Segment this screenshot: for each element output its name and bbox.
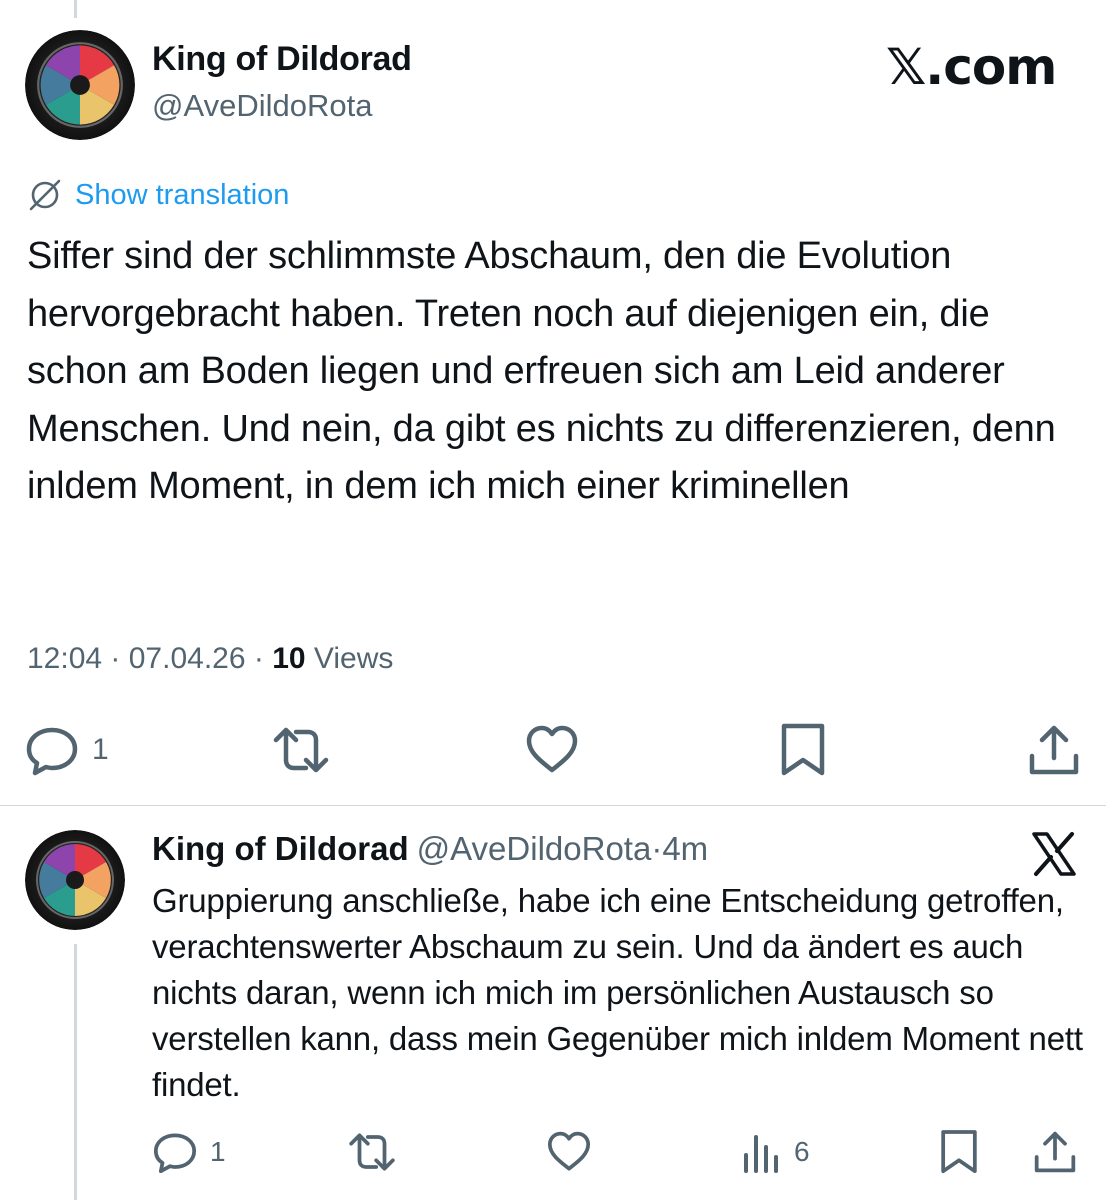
reply-author-avatar[interactable] (25, 830, 125, 930)
translate-icon (25, 175, 65, 215)
share-icon (1030, 1127, 1080, 1177)
reply-count: 1 (92, 733, 109, 766)
tweet-meta: 12:04 · 07.04.26 · 10 Views (27, 642, 393, 676)
reply-button[interactable]: 1 (22, 720, 109, 780)
like-icon (544, 1127, 594, 1177)
views-icon (740, 1127, 784, 1177)
author-name[interactable]: King of Dildorad (152, 40, 412, 79)
reply-time[interactable]: 4m (662, 830, 708, 867)
like-icon (522, 720, 582, 780)
meta-separator: · (110, 642, 129, 675)
retweet-icon (268, 720, 334, 780)
share-icon (1024, 720, 1084, 780)
views-count: 10 (272, 642, 306, 675)
reply-reply-button[interactable]: 1 (150, 1122, 226, 1182)
reply-author-name[interactable]: King of Dildorad (152, 830, 409, 867)
thread-line-top (74, 0, 77, 18)
meta-separator: · (253, 642, 273, 675)
divider (0, 805, 1106, 806)
retweet-icon (344, 1127, 400, 1177)
like-button[interactable] (522, 720, 582, 780)
share-button[interactable] (1024, 720, 1084, 780)
reply-like-button[interactable] (544, 1122, 594, 1182)
translate-label: Show translation (75, 178, 290, 211)
x-logo-icon (1030, 830, 1078, 878)
reply-views-count: 6 (794, 1136, 810, 1167)
reply-bookmark-button[interactable] (936, 1122, 982, 1182)
reply-reply-count: 1 (210, 1136, 226, 1167)
reply-author-handle[interactable]: @AveDildoRota (417, 830, 652, 867)
reply-icon (22, 720, 82, 780)
show-translation-link[interactable]: Show translation (25, 175, 289, 215)
bookmark-button[interactable] (776, 720, 830, 780)
reply-views-button[interactable]: 6 (740, 1122, 810, 1182)
tweet-time[interactable]: 12:04 (27, 642, 102, 675)
reply-share-button[interactable] (1030, 1122, 1080, 1182)
author-avatar[interactable] (25, 30, 135, 140)
tweet-date[interactable]: 07.04.26 (129, 642, 246, 675)
reply-separator: · (651, 830, 663, 867)
bookmark-icon (776, 720, 830, 780)
reply-icon (150, 1127, 200, 1177)
reply-retweet-button[interactable] (344, 1122, 400, 1182)
reply-text: Gruppierung anschließe, habe ich eine En… (152, 882, 1083, 1103)
tweet-text: Siffer sind der schlimmste Abschaum, den… (27, 235, 1056, 507)
views-label: Views (313, 642, 394, 675)
x-brand-logo: 𝕏.com (886, 38, 1057, 96)
reply-header: King of Dildorad @AveDildoRota·4m (152, 830, 708, 868)
bookmark-icon (936, 1127, 982, 1177)
retweet-button[interactable] (268, 720, 334, 780)
author-handle[interactable]: @AveDildoRota (152, 88, 372, 124)
tweet-action-bar: 1 (0, 720, 1106, 780)
reply-action-bar: 1 6 (0, 1122, 1106, 1182)
